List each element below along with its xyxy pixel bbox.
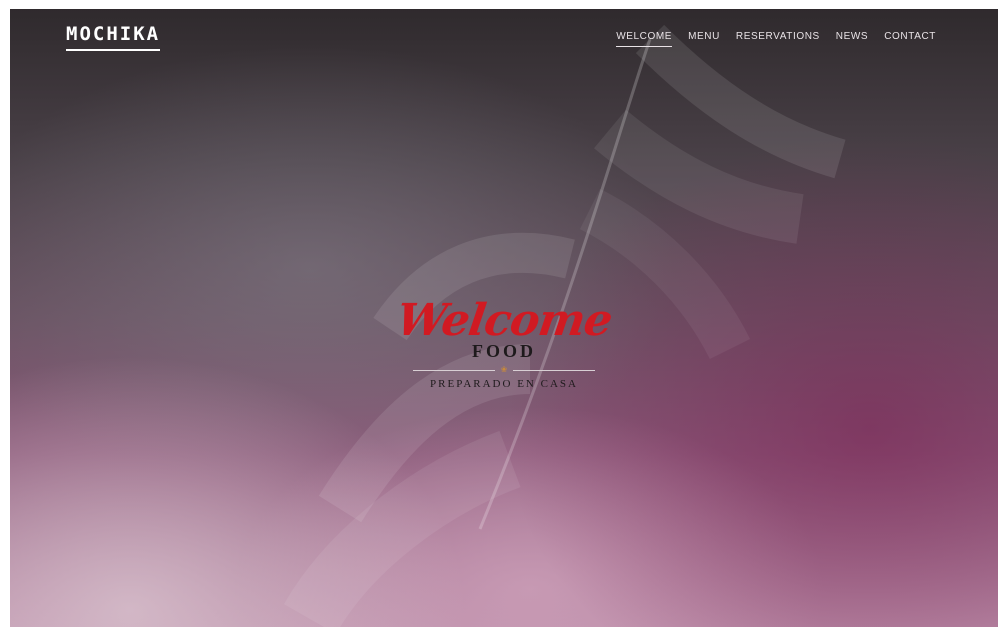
nav-contact[interactable]: CONTACT xyxy=(884,31,936,47)
hero-divider: ❀ xyxy=(413,365,595,375)
nav-news[interactable]: NEWS xyxy=(836,31,868,47)
flower-ornament-icon: ❀ xyxy=(500,365,508,374)
nav-reservations[interactable]: RESERVATIONS xyxy=(736,31,820,47)
nav-welcome[interactable]: WELCOME xyxy=(616,31,673,47)
main-nav: WELCOME MENU RESERVATIONS NEWS CONTACT xyxy=(616,31,936,47)
hero-subtitle: PREPARADO EN CASA xyxy=(430,378,578,390)
nav-menu[interactable]: MENU xyxy=(688,31,720,47)
brand-logo[interactable]: MOCHIKA xyxy=(66,23,161,51)
hero-script-welcome: Welcome xyxy=(393,295,615,346)
hero-background: MOCHIKA WELCOME MENU RESERVATIONS NEWS C… xyxy=(10,9,998,627)
divider-line-left xyxy=(413,370,495,371)
hero-heading: Welcome FOOD ❀ PREPARADO EN CASA xyxy=(10,295,998,390)
divider-line-right xyxy=(513,370,595,371)
